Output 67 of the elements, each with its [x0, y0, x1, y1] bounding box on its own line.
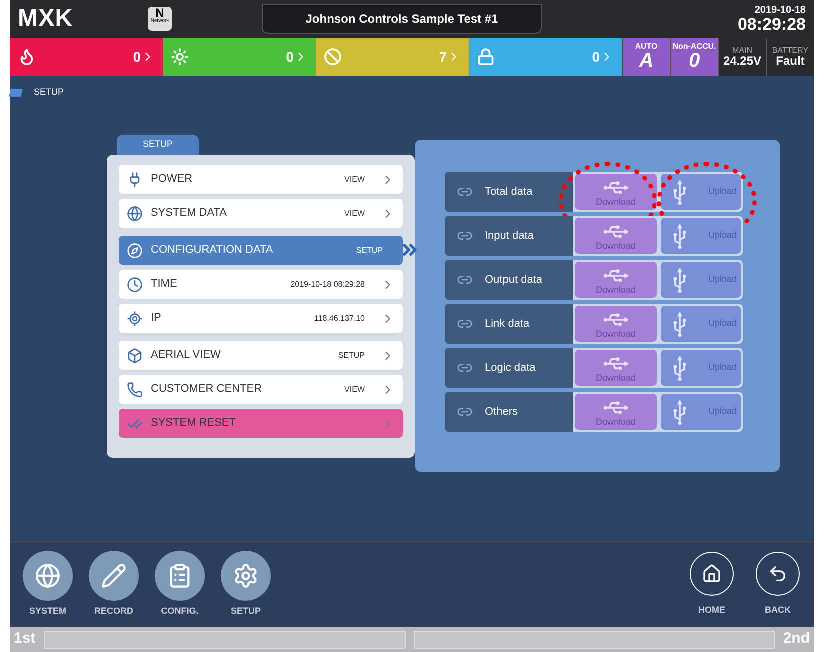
item-value: 2019-10-18 08:29:28 [290, 278, 365, 290]
back-icon [768, 564, 788, 584]
download-button[interactable]: Download [575, 218, 657, 254]
status-label: AUTO [635, 43, 658, 51]
status-value: Fault [776, 55, 805, 67]
pencil-icon [101, 563, 127, 590]
item-value: SETUP [338, 350, 365, 362]
clock-icon [127, 276, 143, 292]
item-value: SETUP [356, 244, 383, 256]
lock-icon [477, 48, 495, 66]
target-icon [127, 310, 143, 326]
clock: 08:29:28 [738, 16, 806, 32]
data-label-text: Link data [485, 316, 530, 332]
window-title: Johnson Controls Sample Test #1 [262, 4, 542, 34]
phone-icon [127, 382, 143, 398]
menu-item[interactable]: CONFIGURATION DATA SETUP [119, 236, 403, 265]
data-label-text: Others [485, 404, 518, 420]
ban-icon [324, 48, 342, 66]
item-value: VIEW [344, 174, 365, 186]
logo: MXK [18, 4, 74, 34]
status-counter[interactable]: 0 [10, 38, 163, 76]
globe-icon [35, 563, 61, 590]
download-button[interactable]: Download [575, 262, 657, 298]
download-button[interactable]: Download [575, 350, 657, 386]
breadcrumb: SETUP [34, 86, 64, 100]
status-value: 0 [688, 51, 700, 71]
menu-item[interactable]: TIME 2019-10-18 08:29:28 [119, 270, 403, 299]
menu-item[interactable]: SYSTEM RESET [119, 409, 403, 438]
data-label-text: Total data [485, 184, 533, 200]
menu-item[interactable]: IP 118.46.137.10 [119, 304, 403, 333]
status-counter[interactable]: 0 [469, 38, 622, 76]
count: 7 [439, 48, 447, 66]
download-button[interactable]: Download [575, 394, 657, 430]
settings-icon [233, 563, 259, 590]
status-value: A [639, 51, 654, 71]
item-value: 118.46.137.10 [314, 312, 365, 324]
status-counter[interactable]: 7 [316, 38, 469, 76]
download-button[interactable]: Download [575, 306, 657, 342]
compass-icon [127, 242, 143, 258]
menu-item[interactable]: CUSTOMER CENTER VIEW [119, 375, 403, 404]
count: 0 [133, 48, 141, 66]
download-button[interactable]: Download [575, 174, 657, 210]
data-label-text: Output data [485, 272, 542, 288]
count: 0 [286, 48, 294, 66]
menu-item[interactable]: SYSTEM DATA VIEW [119, 199, 403, 228]
menu-item[interactable]: AERIAL VIEW SETUP [119, 341, 403, 370]
item-value: VIEW [344, 384, 365, 396]
status-label: BATTERY [772, 47, 809, 55]
globe-icon [127, 206, 143, 222]
data-label-text: Input data [485, 228, 534, 244]
flame-icon [18, 48, 36, 66]
badge-letter: N [156, 7, 164, 19]
status-value: 24.25V [723, 55, 762, 67]
cube-icon [127, 348, 143, 364]
count: 0 [592, 48, 600, 66]
data-label-text: Logic data [485, 360, 536, 376]
setup-tab[interactable]: SETUP [117, 135, 199, 155]
date: 2019-10-18 [754, 6, 806, 16]
status-label: MAIN [732, 47, 752, 55]
status-label: Non-ACCU. [672, 43, 716, 51]
breadcrumb-marker [9, 89, 23, 97]
floor-label: 1st [14, 629, 36, 650]
floor-label: 2nd [783, 629, 810, 650]
menu-item[interactable]: POWER VIEW [119, 165, 403, 194]
item-value: VIEW [344, 208, 365, 220]
home-icon [702, 564, 722, 584]
status-counter[interactable]: 0 [163, 38, 316, 76]
